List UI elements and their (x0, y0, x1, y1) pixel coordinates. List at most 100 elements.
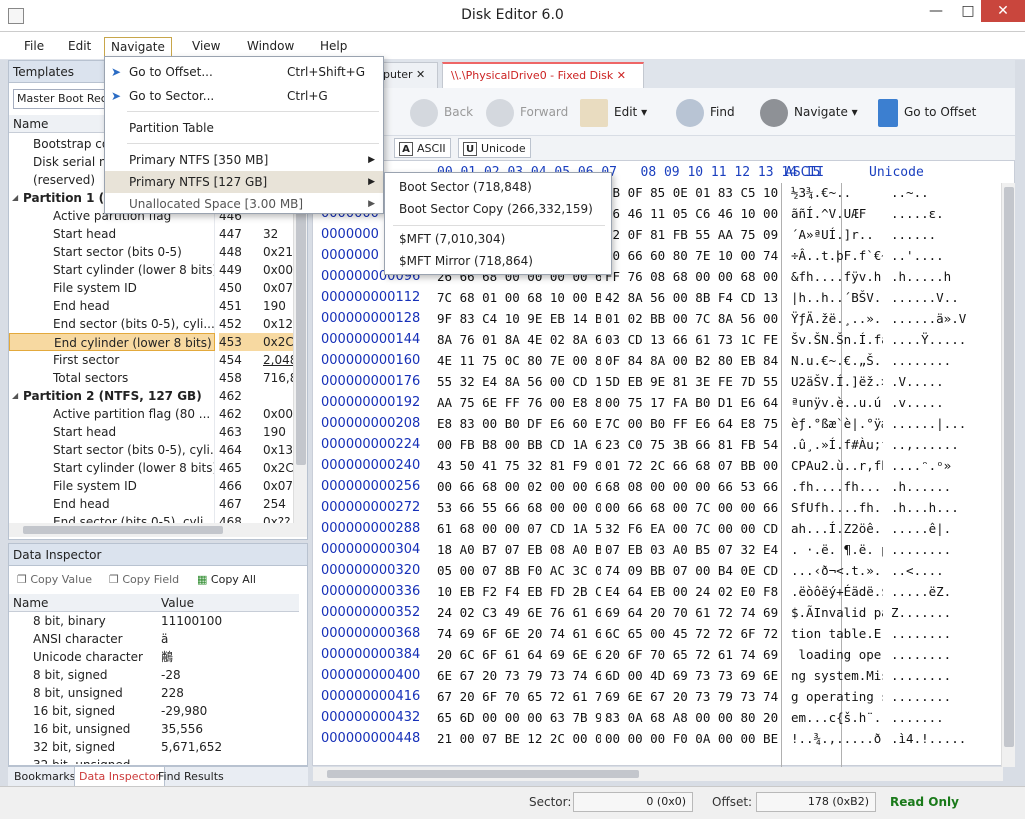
template-row[interactable]: Start sector (bits 0-5), cyli... 464 0x13 (9, 441, 299, 459)
hex-row[interactable]: 000000000224 00 FB B8 00 BB CD 1A 66 23 C0… (313, 435, 1001, 456)
hex-row[interactable]: 000000000448 21 00 07 BE 12 2C 00 08 00 00… (313, 729, 1001, 750)
hex-row[interactable]: 000000000416 67 20 6F 70 65 72 61 74 69 6E… (313, 687, 1001, 708)
inspector-row[interactable]: ANSI character ä (9, 630, 293, 648)
goto-offset-button[interactable]: Go to Offset (878, 98, 976, 127)
close-button[interactable]: ✕ (981, 0, 1025, 22)
hex-scroll-thumb[interactable] (1004, 187, 1014, 747)
hex-h2: 32 F6 EA 00 7C 00 00 CD (605, 521, 779, 536)
menu-item-unallocated[interactable]: Unallocated Space [3.00 MB] ▶ (105, 193, 383, 215)
submenu-boot-sector-copy[interactable]: Boot Sector Copy (266,332,159) (399, 199, 593, 219)
submenu-mft[interactable]: $MFT (7,010,304) (399, 229, 505, 249)
inspector-row[interactable]: 32 bit, unsigned (9, 756, 293, 764)
hex-row[interactable]: 000000000432 65 6D 00 00 00 63 7B 9A 83 0A… (313, 708, 1001, 729)
ascii-mode-button[interactable]: A ASCII (394, 138, 451, 158)
inspector-row[interactable]: Unicode character 䳤 (9, 648, 293, 666)
hex-h1: 20 6C 6F 61 64 69 6E 67 (437, 647, 601, 662)
template-row[interactable]: Active partition flag (80 ... 462 0x00 (9, 405, 299, 423)
template-row[interactable]: Start cylinder (lower 8 bits) 449 0x00 (9, 261, 299, 279)
hex-row[interactable]: 000000000176 55 32 E4 8A 56 00 CD 13 5D EB… (313, 372, 1001, 393)
menu-item-goto-sector[interactable]: ➤ Go to Sector... Ctrl+G (105, 85, 383, 107)
menu-window[interactable]: Window (241, 37, 300, 55)
submenu-boot-sector[interactable]: Boot Sector (718,848) (399, 177, 532, 197)
hex-row[interactable]: 000000000288 61 68 00 00 07 CD 1A 5A 32 F6… (313, 519, 1001, 540)
forward-button[interactable]: Forward (486, 98, 569, 127)
template-row[interactable]: End head 467 254 (9, 495, 299, 513)
hex-row[interactable]: 000000000112 7C 68 01 00 68 10 00 B4 42 8A… (313, 288, 1001, 309)
hex-row[interactable]: 000000000320 05 00 07 8B F0 AC 3C 00 74 09… (313, 561, 1001, 582)
templates-hscrollbar[interactable] (9, 523, 307, 537)
partition-table-label: Partition Table (129, 121, 214, 135)
template-row[interactable]: Start head 447 32 (9, 225, 299, 243)
template-row-offset: 464 (219, 443, 242, 457)
hex-row[interactable]: 000000000384 20 6C 6F 61 64 69 6E 67 20 6F… (313, 645, 1001, 666)
menu-help[interactable]: Help (314, 37, 353, 55)
hex-row[interactable]: 000000000208 E8 83 00 B0 DF E6 60 E8 7C 00… (313, 414, 1001, 435)
menu-edit[interactable]: Edit (62, 37, 97, 55)
template-select[interactable]: Master Boot Record (13, 89, 109, 109)
hex-row[interactable]: 000000000256 00 66 68 00 02 00 00 66 68 08… (313, 477, 1001, 498)
menu-file[interactable]: File (18, 37, 50, 55)
template-row-name: File system ID (9, 279, 215, 297)
menu-item-partition-table[interactable]: Partition Table (105, 117, 383, 139)
hex-scrollbar[interactable] (1001, 183, 1015, 767)
hex-row[interactable]: 000000000352 24 02 C3 49 6E 76 61 6C 69 64… (313, 603, 1001, 624)
hex-off: 000000000352 (321, 605, 421, 620)
template-row[interactable]: File system ID 450 0x07 (9, 279, 299, 297)
navigate-label: Navigate (794, 105, 848, 119)
template-row[interactable]: Partition 2 (NTFS, 127 GB) 462 ◢ (9, 387, 299, 405)
tab-bookmarks[interactable]: Bookmarks (10, 767, 79, 787)
menu-view[interactable]: View (186, 37, 226, 55)
inspector-row[interactable]: 8 bit, signed -28 (9, 666, 293, 684)
hex-row[interactable]: 000000000160 4E 11 75 0C 80 7E 00 80 0F 84… (313, 351, 1001, 372)
submenu-mft-mirror[interactable]: $MFT Mirror (718,864) (399, 251, 533, 271)
inspector-row[interactable]: 8 bit, binary 11100100 (9, 612, 293, 630)
copy-field-button[interactable]: ❐ Copy Field (109, 571, 179, 589)
column-name: Name (13, 117, 49, 131)
collapse-triangle-icon[interactable]: ◢ (12, 189, 18, 207)
hscroll-thumb[interactable] (23, 526, 223, 534)
hex-row[interactable]: 000000000144 8A 76 01 8A 4E 02 8A 6E 03 CD… (313, 330, 1001, 351)
template-row[interactable]: Start sector (bits 0-5) 448 0x21 (9, 243, 299, 261)
tab-physical-drive[interactable]: \\.\PhysicalDrive0 - Fixed Disk ✕ (442, 62, 644, 88)
inspector-row[interactable]: 32 bit, signed 5,671,652 (9, 738, 293, 756)
back-button[interactable]: Back (410, 98, 473, 127)
tab-find-results[interactable]: Find Results (154, 767, 228, 787)
template-row[interactable]: End head 451 190 (9, 297, 299, 315)
unicode-mode-button[interactable]: U Unicode (458, 138, 531, 158)
template-row[interactable]: File system ID 466 0x07 (9, 477, 299, 495)
menu-item-primary-ntfs-127[interactable]: Primary NTFS [127 GB] ▶ (105, 171, 383, 193)
collapse-triangle-icon[interactable]: ◢ (12, 387, 18, 405)
inspector-field-name: 32 bit, unsigned (33, 756, 130, 764)
hex-row[interactable]: 000000000304 18 A0 B7 07 EB 08 A0 B6 07 EB… (313, 540, 1001, 561)
minimize-button[interactable]: — (920, 0, 952, 22)
template-row[interactable]: End cylinder (lower 8 bits) 453 0x2C (9, 333, 299, 351)
inspector-row[interactable]: 8 bit, unsigned 228 (9, 684, 293, 702)
hex-row[interactable]: 000000000368 74 69 6F 6E 20 74 61 62 6C 65… (313, 624, 1001, 645)
template-row[interactable]: Start cylinder (lower 8 bits) 465 0x2C (9, 459, 299, 477)
hex-row[interactable]: 000000000128 9F 83 C4 10 9E EB 14 B8 01 02… (313, 309, 1001, 330)
copy-value-button[interactable]: ❐ Copy Value (17, 571, 92, 589)
find-button[interactable]: Find (676, 98, 735, 127)
navigate-button[interactable]: Navigate ▾ (760, 98, 858, 127)
copy-all-button[interactable]: ▦ Copy All (197, 571, 256, 589)
template-row[interactable]: Total sectors 458 716,8 (9, 369, 299, 387)
hex-row[interactable]: 000000000192 AA 75 6E FF 76 00 E8 8D 00 75… (313, 393, 1001, 414)
template-row[interactable]: First sector 454 2,048 (9, 351, 299, 369)
template-row[interactable]: End sector (bits 0-5), cyli... 468 0x?? (9, 513, 299, 523)
template-row[interactable]: Start head 463 190 (9, 423, 299, 441)
hex-row[interactable]: 000000000336 10 EB F2 F4 EB FD 2B C9 E4 64… (313, 582, 1001, 603)
hex-hscrollbar[interactable] (313, 767, 1003, 781)
menu-item-primary-ntfs-350[interactable]: Primary NTFS [350 MB] ▶ (105, 149, 383, 171)
inspector-row[interactable]: 16 bit, signed -29,980 (9, 702, 293, 720)
inspector-row[interactable]: 16 bit, unsigned 35,556 (9, 720, 293, 738)
hex-row[interactable]: 000000000272 53 66 55 66 68 00 00 00 00 66… (313, 498, 1001, 519)
template-row[interactable]: End sector (bits 0-5), cyli... 452 0x12 (9, 315, 299, 333)
menu-item-goto-offset[interactable]: ➤ Go to Offset... Ctrl+Shift+G (105, 61, 383, 83)
forward-label: Forward (520, 105, 569, 119)
tab-data-inspector[interactable]: Data Inspector (74, 767, 166, 787)
edit-button[interactable]: Edit ▾ (580, 98, 647, 127)
hex-row[interactable]: 000000000400 6E 67 20 73 79 73 74 65 6D 00… (313, 666, 1001, 687)
hex-row[interactable]: 000000000240 43 50 41 75 32 81 F9 02 01 72… (313, 456, 1001, 477)
maximize-button[interactable]: □ (952, 0, 984, 22)
hex-hscroll-thumb[interactable] (327, 770, 639, 778)
